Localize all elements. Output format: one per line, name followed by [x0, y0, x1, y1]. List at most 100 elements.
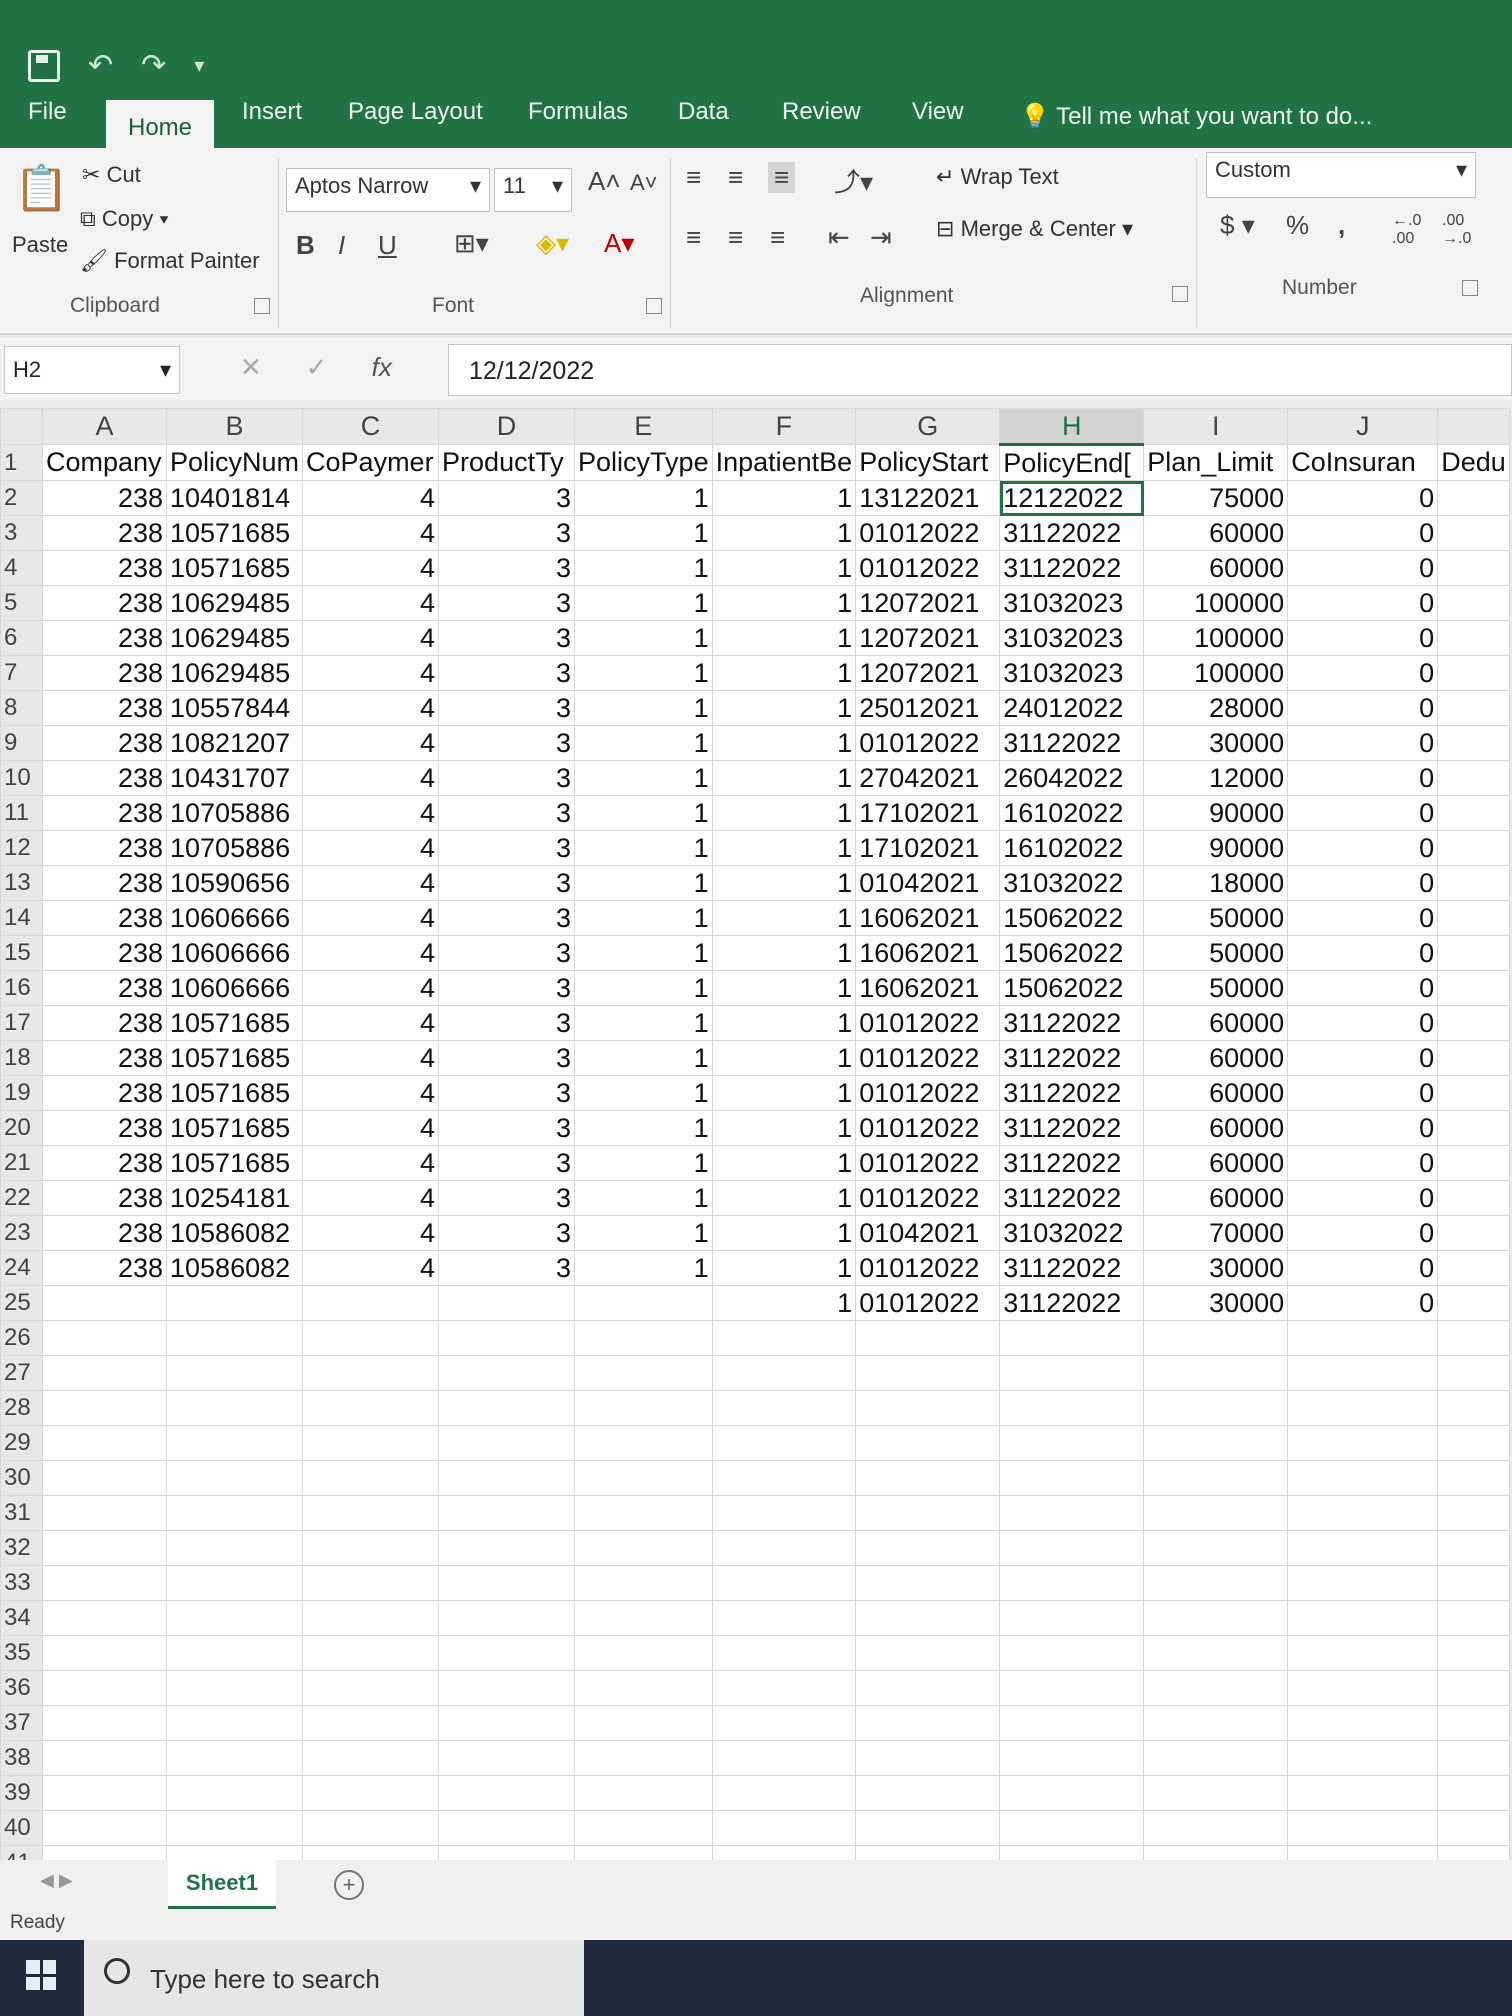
cell[interactable]: 31032022: [999, 865, 1145, 901]
cell[interactable]: 01012022: [855, 1110, 1001, 1146]
cell[interactable]: [999, 1705, 1145, 1741]
name-box[interactable]: H2 ▾: [4, 346, 180, 394]
font-dialog-launcher-icon[interactable]: [646, 298, 662, 314]
cell[interactable]: 0: [1287, 1075, 1439, 1111]
cell[interactable]: [438, 1390, 576, 1426]
cell[interactable]: 50000: [1143, 970, 1289, 1006]
paste-button[interactable]: Paste: [12, 232, 68, 258]
cell[interactable]: [165, 1355, 304, 1391]
cell[interactable]: [302, 1635, 440, 1671]
cell[interactable]: [574, 1390, 713, 1426]
align-bottom-icon[interactable]: ≡: [768, 162, 796, 193]
header-cell[interactable]: PolicyNum: [165, 444, 304, 481]
cell[interactable]: [1143, 1320, 1289, 1356]
cell[interactable]: [711, 1705, 857, 1741]
cell[interactable]: [302, 1705, 440, 1741]
cell[interactable]: [999, 1530, 1145, 1566]
cell[interactable]: [1437, 1005, 1510, 1041]
cell[interactable]: 4: [302, 655, 440, 691]
cell[interactable]: [1287, 1460, 1439, 1496]
cell[interactable]: 238: [42, 900, 167, 936]
cell[interactable]: 3: [438, 1145, 576, 1181]
cell[interactable]: [165, 1565, 304, 1601]
format-painter-button[interactable]: 🖌 Format Painter: [80, 248, 260, 274]
cell[interactable]: 1: [711, 935, 857, 971]
cell[interactable]: 1: [574, 865, 713, 901]
cell[interactable]: [1437, 1145, 1510, 1181]
underline-button[interactable]: U: [378, 230, 397, 261]
cell[interactable]: 0: [1287, 1040, 1439, 1076]
increase-decimal-icon[interactable]: ←.0.00: [1392, 212, 1421, 248]
cell[interactable]: 3: [438, 585, 576, 621]
cell[interactable]: [1437, 1775, 1510, 1811]
row-header[interactable]: 33: [0, 1565, 43, 1601]
cell[interactable]: [999, 1390, 1145, 1426]
cell[interactable]: 1: [574, 935, 713, 971]
cell[interactable]: [438, 1670, 576, 1706]
cell[interactable]: 1: [574, 1215, 713, 1251]
cell[interactable]: 4: [302, 1110, 440, 1146]
italic-button[interactable]: I: [338, 230, 345, 261]
cell[interactable]: 1: [574, 1075, 713, 1111]
cell[interactable]: 1: [574, 1180, 713, 1216]
cell[interactable]: 60000: [1143, 1005, 1289, 1041]
cell[interactable]: 100000: [1143, 585, 1289, 621]
header-cell[interactable]: PolicyType: [574, 444, 713, 481]
row-header[interactable]: 17: [0, 1005, 43, 1041]
cell[interactable]: 30000: [1143, 725, 1289, 761]
column-header-b[interactable]: B: [165, 408, 304, 445]
cell[interactable]: [1143, 1390, 1289, 1426]
cell[interactable]: [302, 1565, 440, 1601]
cell[interactable]: 60000: [1143, 1180, 1289, 1216]
row-header[interactable]: 32: [0, 1530, 43, 1566]
cell[interactable]: 4: [302, 1145, 440, 1181]
orientation-icon[interactable]: ⤴▾: [834, 162, 873, 199]
cell[interactable]: 4: [302, 620, 440, 656]
row-header[interactable]: 35: [0, 1635, 43, 1671]
cell[interactable]: [302, 1355, 440, 1391]
cell[interactable]: 4: [302, 480, 440, 516]
row-header[interactable]: 8: [0, 690, 43, 726]
tab-formulas[interactable]: Formulas: [528, 98, 628, 126]
cell[interactable]: [574, 1495, 713, 1531]
row-header[interactable]: 24: [0, 1250, 43, 1286]
cell[interactable]: 1: [711, 655, 857, 691]
cell[interactable]: [42, 1460, 167, 1496]
cell[interactable]: 10401814: [165, 480, 304, 516]
undo-icon[interactable]: ↶: [88, 48, 113, 83]
cell[interactable]: 3: [438, 760, 576, 796]
cell[interactable]: 3: [438, 1040, 576, 1076]
cell[interactable]: 1: [574, 1040, 713, 1076]
cell[interactable]: 1: [574, 515, 713, 551]
cell[interactable]: [855, 1635, 1001, 1671]
cell[interactable]: [165, 1495, 304, 1531]
cell[interactable]: 31122022: [999, 1110, 1145, 1146]
cell[interactable]: [1143, 1425, 1289, 1461]
cell[interactable]: 10586082: [165, 1250, 304, 1286]
cell[interactable]: [1143, 1670, 1289, 1706]
cell[interactable]: 238: [42, 1040, 167, 1076]
cell[interactable]: [42, 1600, 167, 1636]
copy-button[interactable]: ⧉ Copy ▾: [80, 206, 169, 232]
cell[interactable]: [711, 1635, 857, 1671]
cell[interactable]: [165, 1425, 304, 1461]
cell[interactable]: 1: [711, 620, 857, 656]
cell[interactable]: [438, 1495, 576, 1531]
row-header[interactable]: 4: [0, 550, 43, 586]
cell[interactable]: [438, 1810, 576, 1846]
cell[interactable]: [855, 1460, 1001, 1496]
cell[interactable]: 4: [302, 725, 440, 761]
cell[interactable]: 1: [574, 830, 713, 866]
cell[interactable]: [711, 1740, 857, 1776]
cell[interactable]: 30000: [1143, 1250, 1289, 1286]
cell[interactable]: 1: [711, 1180, 857, 1216]
cell[interactable]: 60000: [1143, 515, 1289, 551]
cell[interactable]: [165, 1320, 304, 1356]
cell[interactable]: [1437, 550, 1510, 586]
cell[interactable]: [42, 1425, 167, 1461]
cell[interactable]: 0: [1287, 935, 1439, 971]
cell[interactable]: [999, 1670, 1145, 1706]
cell[interactable]: 1: [574, 655, 713, 691]
cell[interactable]: [711, 1495, 857, 1531]
cell[interactable]: [1437, 760, 1510, 796]
